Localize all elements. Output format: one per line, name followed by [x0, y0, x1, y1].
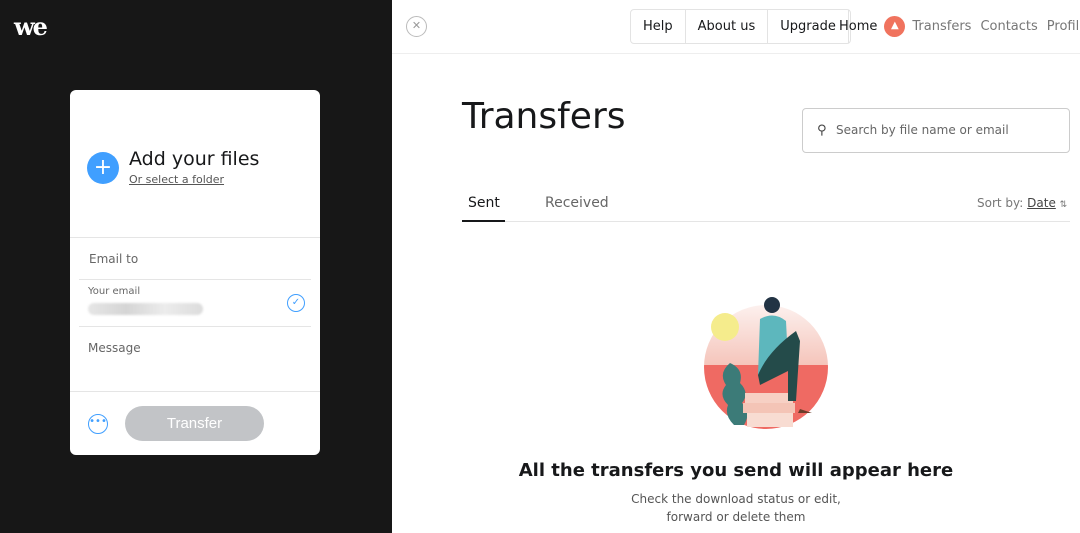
empty-line-1: Check the download status or edit, [631, 492, 841, 506]
sort-control[interactable]: Sort by: Date ⇅ [977, 196, 1067, 210]
search-icon: ⚲ [817, 123, 827, 138]
nav-transfers[interactable]: Transfers [912, 19, 971, 34]
nav-contacts[interactable]: Contacts [980, 19, 1037, 34]
page-title: Transfers [462, 96, 626, 137]
check-icon: ✓ [287, 294, 305, 312]
wetransfer-logo[interactable]: we [14, 12, 48, 41]
search-input[interactable]: ⚲ Search by file name or email [802, 108, 1070, 153]
add-files-title[interactable]: Add your files [129, 148, 259, 170]
close-icon[interactable]: ✕ [406, 16, 427, 37]
transfer-button[interactable]: Transfer [125, 406, 264, 441]
sort-value[interactable]: Date [1027, 196, 1056, 210]
tab-sent[interactable]: Sent [468, 195, 500, 211]
email-to-field[interactable]: Email to [89, 252, 138, 266]
upload-panel: we + Add your files Or select a folder E… [0, 0, 392, 533]
empty-state-illustration [704, 297, 828, 429]
your-email-label: Your email [88, 286, 141, 297]
top-nav: Help About us Upgrade [630, 9, 851, 44]
empty-state-title: All the transfers you send will appear h… [518, 460, 954, 481]
sort-direction-icon[interactable]: ⇅ [1060, 200, 1068, 210]
empty-state-description: Check the download status or edit, forwar… [392, 490, 1080, 526]
upload-card: + Add your files Or select a folder Emai… [70, 90, 320, 455]
add-files-button[interactable]: + [87, 152, 119, 184]
nav-about-us[interactable]: About us [686, 10, 769, 43]
avatar[interactable]: ▲ [884, 16, 906, 37]
nav-home[interactable]: Home [839, 19, 877, 34]
tab-received[interactable]: Received [545, 195, 609, 211]
search-placeholder: Search by file name or email [836, 123, 1009, 137]
sort-label: Sort by: [977, 196, 1024, 210]
nav-help[interactable]: Help [631, 10, 686, 43]
account-nav: Home ▲ Transfers Contacts Profile A [827, 9, 1080, 44]
select-folder-link[interactable]: Or select a folder [129, 173, 224, 186]
empty-line-2: forward or delete them [666, 510, 806, 524]
message-field[interactable]: Message [88, 341, 141, 355]
your-email-field[interactable] [88, 303, 203, 315]
nav-profile[interactable]: Profile [1047, 19, 1080, 34]
more-options-icon[interactable]: ••• [88, 414, 108, 434]
